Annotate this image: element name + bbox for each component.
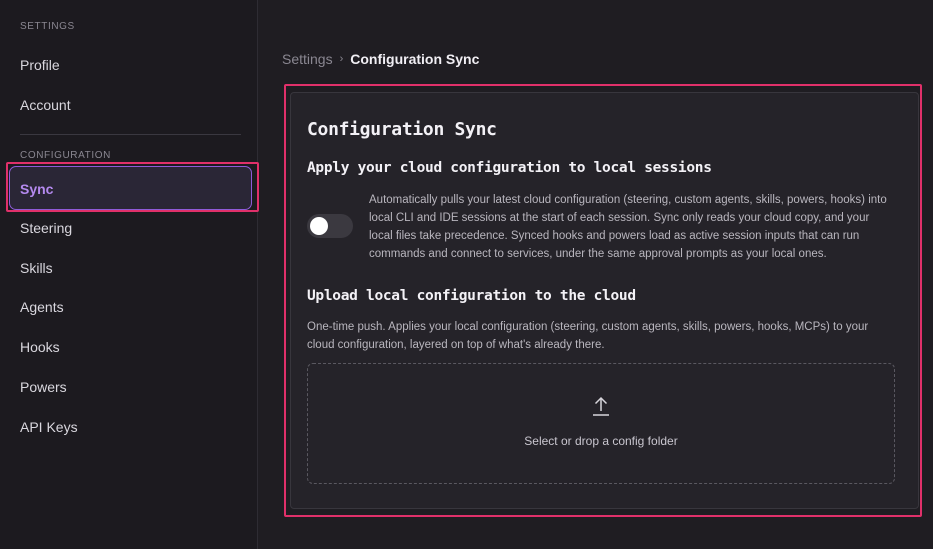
upload-local-description: One-time push. Applies your local config…: [307, 321, 869, 351]
toggle-knob: [310, 217, 328, 235]
sidebar: SETTINGS Profile Account CONFIGURATION S…: [0, 0, 259, 549]
breadcrumb: Settings › Configuration Sync: [282, 51, 479, 67]
breadcrumb-current: Configuration Sync: [350, 51, 480, 67]
app-window: SETTINGS Profile Account CONFIGURATION S…: [0, 0, 933, 549]
sidebar-item-profile[interactable]: Profile: [20, 57, 60, 73]
sidebar-item-sync-label[interactable]: Sync: [20, 181, 53, 197]
sidebar-item-api-keys[interactable]: API Keys: [20, 419, 78, 435]
settings-section-label: SETTINGS: [20, 21, 75, 32]
sidebar-item-skills[interactable]: Skills: [20, 260, 53, 276]
apply-cloud-description: Automatically pulls your latest cloud co…: [369, 194, 887, 260]
config-folder-dropzone[interactable]: [307, 363, 895, 484]
sidebar-item-powers[interactable]: Powers: [20, 379, 67, 395]
breadcrumb-settings-link[interactable]: Settings: [282, 51, 333, 67]
breadcrumb-separator: ›: [339, 53, 344, 65]
configuration-section-label: CONFIGURATION: [20, 150, 111, 161]
upload-local-heading: Upload local configuration to the cloud: [307, 288, 636, 304]
apply-cloud-heading: Apply your cloud configuration to local …: [307, 160, 712, 176]
sidebar-item-agents[interactable]: Agents: [20, 299, 64, 315]
upload-icon: [593, 396, 609, 416]
page-title: Configuration Sync: [307, 119, 497, 140]
dropzone-label: Select or drop a config folder: [524, 434, 678, 448]
sidebar-item-steering[interactable]: Steering: [20, 220, 72, 236]
sidebar-item-hooks[interactable]: Hooks: [20, 339, 60, 355]
sidebar-divider: [20, 134, 241, 135]
apply-cloud-toggle[interactable]: [307, 214, 353, 238]
sidebar-item-account[interactable]: Account: [20, 97, 71, 113]
